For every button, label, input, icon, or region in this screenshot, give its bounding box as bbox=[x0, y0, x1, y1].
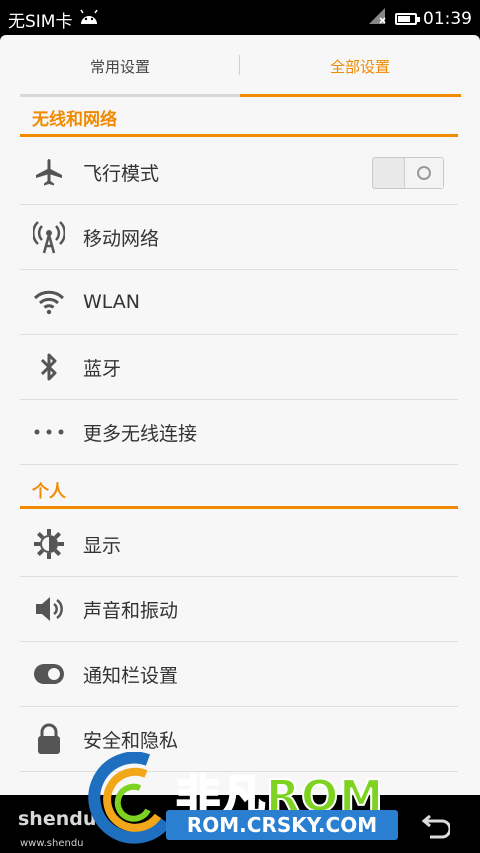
airplane-icon bbox=[20, 157, 78, 187]
toggle-knob bbox=[404, 158, 443, 188]
tab-bar: 常用设置 全部设置 bbox=[0, 35, 480, 97]
lock-icon bbox=[20, 723, 78, 755]
row-label: 飞行模式 bbox=[83, 162, 160, 185]
more-dots-icon bbox=[20, 428, 78, 436]
row-sound-vibration[interactable]: 声音和振动 bbox=[20, 577, 458, 642]
row-bluetooth[interactable]: 蓝牙 bbox=[20, 335, 458, 400]
row-label: 通知栏设置 bbox=[83, 664, 179, 687]
tab-underline-active bbox=[240, 94, 461, 97]
row-label: 移动网络 bbox=[83, 227, 160, 250]
section-header-wireless: 无线和网络 bbox=[20, 101, 458, 137]
bluetooth-icon bbox=[20, 351, 78, 383]
row-airplane-mode[interactable]: 飞行模式 bbox=[20, 140, 458, 205]
clock: 01:39 bbox=[423, 8, 472, 29]
speaker-icon bbox=[20, 594, 78, 624]
settings-panel: 常用设置 全部设置 无线和网络 飞行模式 移动网络 WLAN 蓝牙 更多无线连接… bbox=[0, 35, 480, 795]
android-icon bbox=[78, 9, 100, 30]
mobile-network-icon bbox=[20, 220, 78, 254]
watermark-url: ROM.CRSKY.COM bbox=[166, 810, 398, 840]
sim-status-text: 无SIM卡 bbox=[8, 12, 73, 32]
status-bar: 无SIM卡 01:39 bbox=[0, 0, 480, 35]
row-more-wireless[interactable]: 更多无线连接 bbox=[20, 400, 458, 465]
tab-common-settings[interactable]: 常用设置 bbox=[0, 35, 240, 97]
row-label: 更多无线连接 bbox=[83, 422, 198, 445]
display-icon bbox=[20, 528, 78, 560]
row-label: 蓝牙 bbox=[83, 357, 122, 380]
row-label: WLAN bbox=[83, 291, 141, 313]
wifi-icon bbox=[20, 289, 78, 315]
row-label: 显示 bbox=[83, 534, 122, 557]
row-wlan[interactable]: WLAN bbox=[20, 270, 458, 335]
row-display[interactable]: 显示 bbox=[20, 512, 458, 577]
notification-toggle-icon bbox=[20, 663, 78, 685]
row-mobile-network[interactable]: 移动网络 bbox=[20, 205, 458, 270]
section-header-personal: 个人 bbox=[20, 473, 458, 509]
tab-divider bbox=[239, 55, 240, 75]
airplane-mode-toggle[interactable] bbox=[372, 157, 444, 189]
back-icon[interactable] bbox=[420, 814, 452, 843]
tab-all-settings[interactable]: 全部设置 bbox=[240, 35, 480, 97]
signal-no-sim-icon bbox=[367, 7, 389, 30]
row-notification-settings[interactable]: 通知栏设置 bbox=[20, 642, 458, 707]
watermark-shendu-url: www.shendu bbox=[20, 838, 84, 849]
crsky-logo-icon bbox=[88, 751, 176, 848]
battery-icon bbox=[395, 12, 420, 25]
row-label: 安全和隐私 bbox=[83, 729, 179, 752]
tab-underline-inactive bbox=[20, 94, 240, 97]
row-label: 声音和振动 bbox=[83, 599, 179, 622]
watermark-shendu-brand: shendu bbox=[18, 808, 97, 830]
